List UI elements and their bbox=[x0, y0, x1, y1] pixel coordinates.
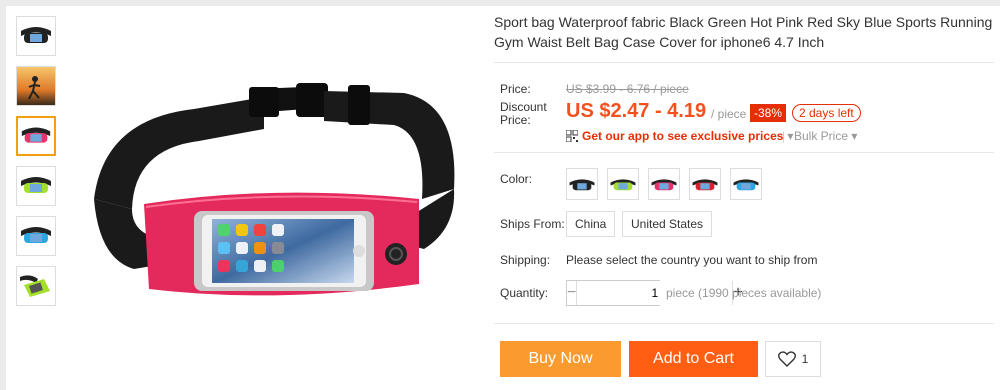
per-unit: / piece bbox=[711, 107, 747, 121]
color-swatch-red[interactable] bbox=[689, 168, 721, 200]
quantity-decrease-button[interactable]: − bbox=[567, 281, 578, 305]
heart-icon bbox=[777, 351, 796, 367]
thumbnail-list bbox=[16, 16, 56, 316]
discount-badge: -38% bbox=[750, 104, 787, 122]
color-label: Color: bbox=[500, 172, 533, 186]
waist-bag-illustration bbox=[94, 83, 455, 296]
price-section: Price: US $3.99 - 6.76 / piece Discount … bbox=[494, 63, 994, 153]
thumbnail-green-open[interactable] bbox=[16, 266, 56, 306]
product-info-panel: Sport bag Waterproof fabric Black Green … bbox=[494, 6, 994, 377]
discount-price-label: Discount Price: bbox=[500, 100, 547, 127]
price-label: Price: bbox=[500, 82, 531, 96]
color-swatch-hot-pink[interactable] bbox=[648, 168, 680, 200]
wishlist-count: 1 bbox=[801, 352, 809, 366]
ships-from-china[interactable]: China bbox=[566, 211, 616, 237]
ships-from-united-states[interactable]: United States bbox=[622, 211, 713, 237]
ships-from-label: Ships From: bbox=[500, 217, 565, 231]
wishlist-button[interactable]: 1 bbox=[765, 341, 821, 377]
buy-now-button[interactable]: Buy Now bbox=[500, 341, 621, 377]
qr-code-icon bbox=[566, 130, 578, 142]
color-swatch-sky-blue[interactable] bbox=[730, 168, 762, 200]
chevron-down-icon: ▾ bbox=[851, 129, 858, 143]
availability-text: piece (1990 pieces available) bbox=[666, 286, 822, 300]
thumbnail-runner-photo[interactable] bbox=[16, 66, 56, 106]
thumbnail-sky-blue[interactable] bbox=[16, 216, 56, 256]
bulk-price-dropdown[interactable]: Bulk Price ▾ bbox=[794, 129, 857, 143]
add-to-cart-button[interactable]: Add to Cart bbox=[629, 341, 758, 377]
original-price: US $3.99 - 6.76 / piece bbox=[566, 82, 689, 96]
app-promo-text: Get our app to see exclusive prices bbox=[582, 129, 784, 143]
thumbnail-green[interactable] bbox=[16, 166, 56, 206]
divider: | bbox=[782, 129, 786, 143]
color-swatch-green[interactable] bbox=[607, 168, 639, 200]
chevron-down-icon: ▾ bbox=[787, 129, 794, 143]
thumbnail-black[interactable] bbox=[16, 16, 56, 56]
time-left-badge: 2 days left bbox=[792, 104, 861, 122]
shipping-label: Shipping: bbox=[500, 253, 551, 267]
product-detail-frame: Sport bag Waterproof fabric Black Green … bbox=[6, 6, 1000, 390]
color-swatch-black[interactable] bbox=[566, 168, 598, 200]
discount-price: US $2.47 - 4.19 bbox=[566, 100, 707, 122]
bulk-price-text: Bulk Price bbox=[794, 129, 849, 143]
shipping-text: Please select the country you want to sh… bbox=[566, 253, 818, 267]
quantity-label: Quantity: bbox=[500, 286, 549, 300]
main-product-image[interactable] bbox=[74, 24, 474, 374]
quantity-stepper: − + bbox=[566, 280, 743, 306]
divider bbox=[494, 323, 994, 324]
product-title: Sport bag Waterproof fabric Black Green … bbox=[494, 14, 993, 50]
divider bbox=[494, 152, 994, 153]
thumbnail-hot-pink[interactable] bbox=[16, 116, 56, 156]
app-promo-link[interactable]: Get our app to see exclusive prices ▾ bbox=[566, 129, 793, 143]
